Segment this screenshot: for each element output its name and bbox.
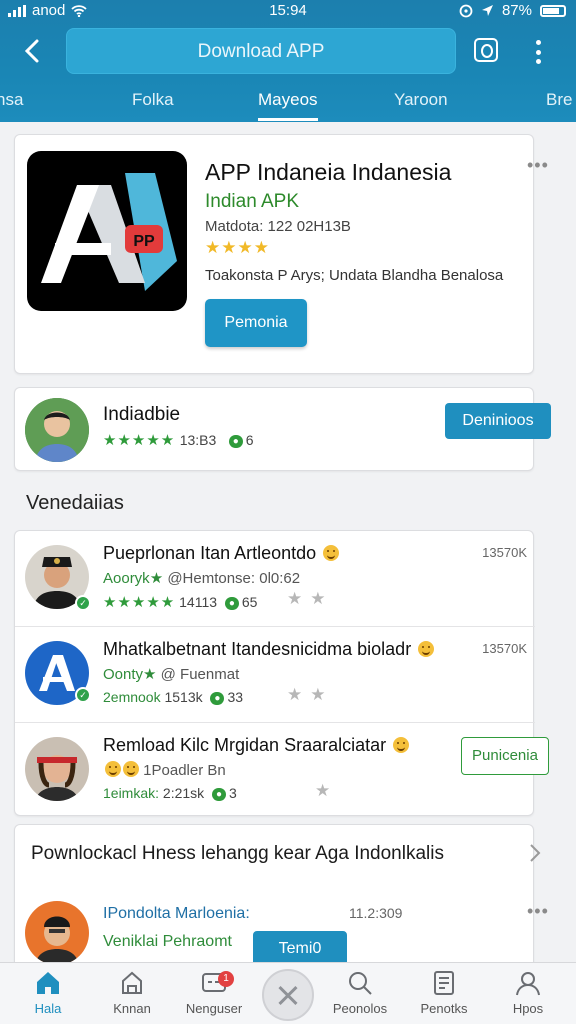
list-item-handle: Aooryk★ @Hemtonse: 0l0:62 [103,570,301,587]
home-icon [37,972,59,994]
verified-badge-icon: ✓ [75,595,91,611]
download-app-button[interactable]: Download APP [66,28,456,74]
list-item-handle: Oonty★ @ Fuenmat [103,666,240,683]
location-icon [481,5,493,16]
nav-notes[interactable]: Penotks [404,969,484,1016]
top-bar: anod 15:94 87% Download APP nsa Folka Ma… [0,0,576,122]
smile-emoji-icon [323,545,340,561]
promo-card: Pownlockacl Hness lehangg kear Aga Indon… [14,824,548,974]
header-nav: Download APP [0,28,576,78]
developer-name: Indiadbie [103,404,181,425]
list-item[interactable]: ✓ Pueprlonan Itan Artleontdo 13570K Aoor… [15,531,535,625]
status-bar: anod 15:94 87% [0,0,576,22]
developer-count-badge: ● [228,435,243,448]
alarm-icon [459,4,473,17]
tab-4[interactable]: Bre [546,90,572,110]
smile-emoji-icon [123,761,139,777]
battery-icon [540,4,566,17]
tab-1[interactable]: Folka [132,90,174,110]
app-card: PP APP Indaneia Indanesia ••• Indian APK… [14,134,548,374]
battery-percent: 87% [501,2,532,19]
promo-item-subtitle: Veniklai Pehraomt [103,933,232,950]
store-icon [122,971,142,994]
tab-3[interactable]: Yaroon [394,90,448,110]
promo-avatar [25,901,89,965]
app-subtitle: Indian APK [205,191,300,212]
app-rating-stars: ★★★★ [205,238,270,257]
promo-item-time: 11.2:309 [349,905,403,921]
list-item[interactable]: Remload Kilc Mrgidan Sraaralciatar 1Poad… [15,723,549,817]
promo-more-icon[interactable]: ••• [527,901,549,922]
list-item[interactable]: ✓ Mhatkalbetnant Itandesnicidma bioladr … [15,627,535,721]
nav-profile[interactable]: Hpos [488,969,568,1016]
nav-home[interactable]: Hala [8,969,88,1016]
app-title: APP Indaneia Indanesia [205,159,452,185]
app-card-more-icon[interactable]: ••• [527,155,549,176]
rate-stars-icon[interactable]: ★★ [287,589,333,609]
app-meta: Matdota: 122 02H13B [205,218,351,235]
nav-messages[interactable]: Nenguser 1 [174,969,254,1016]
close-icon[interactable] [262,969,314,1021]
app-description: Toakonsta P Arys; Undata Blandha Benalos… [205,267,504,284]
review-list-card: ✓ Pueprlonan Itan Artleontdo 13570K Aoor… [14,530,549,817]
list-item-time: 13570K [482,545,527,560]
more-menu-icon[interactable] [536,40,542,64]
list-item-time: 13570K [482,641,527,656]
chevron-right-icon[interactable] [529,843,541,863]
smile-emoji-icon [105,761,121,777]
camera-icon[interactable] [474,38,498,62]
nav-store[interactable]: Knnan [92,969,172,1016]
section-title: Venedaiias [26,492,124,514]
install-button[interactable]: Pemonia [205,299,307,347]
rate-stars-icon[interactable]: ★★ [287,685,333,705]
notification-badge: 1 [218,971,234,987]
developer-stars: ★★★★★ [103,432,176,449]
profile-icon [516,972,540,996]
notes-icon [434,971,454,995]
back-arrow-icon[interactable] [18,36,48,66]
svg-text:PP: PP [133,233,155,250]
list-item-meta: ★★★★★ 14113 ● 65 [103,594,258,611]
search-icon [349,972,372,995]
verified-badge-icon: ✓ [75,687,91,703]
list-avatar [25,737,89,801]
developer-count: 6 [245,432,254,448]
developer-card[interactable]: Indiadbie ★★★★★ 13:B3 ● 6 Deninioos [14,387,551,471]
tab-2[interactable]: Mayeos [258,90,318,110]
promo-title: Pownlockacl Hness lehangg kear Aga Indon… [31,843,444,864]
smile-emoji-icon [393,737,410,753]
active-tab-indicator [258,118,318,121]
list-item-title: Mhatkalbetnant Itandesnicidma bioladr [103,639,435,660]
category-tabs: nsa Folka Mayeos Yaroon Bre [0,80,576,122]
developer-avatar [25,398,89,462]
developer-rating: ★★★★★ 13:B3 ● 6 [103,431,254,450]
tab-0[interactable]: nsa [0,90,23,110]
app-logo: PP [27,151,187,311]
list-item-title: Remload Kilc Mrgidan Sraaralciatar [103,735,410,756]
smile-emoji-icon [418,641,435,657]
rate-star-icon[interactable]: ★ [315,781,338,801]
promo-item-name: IPondolta Marloenia: [103,905,250,922]
developer-rating-text: 13:B3 [179,432,217,448]
nav-search[interactable]: Peonolos [320,969,400,1016]
list-item-meta: 2emnook 1513k ● 33 [103,689,244,705]
list-item-meta: 1eimkak: 2:21sk ● 3 [103,785,237,801]
list-item-action-button[interactable]: Punicenia [461,737,549,775]
app-logo-icon: PP [41,173,177,291]
bottom-navigation: Hala Knnan Nenguser 1 Peonolos Penotks H… [0,962,576,1024]
developer-action-button[interactable]: Deninioos [445,403,551,439]
list-item-handle: 1Poadler Bn [103,761,226,779]
list-item-title: Pueprlonan Itan Artleontdo [103,543,340,564]
